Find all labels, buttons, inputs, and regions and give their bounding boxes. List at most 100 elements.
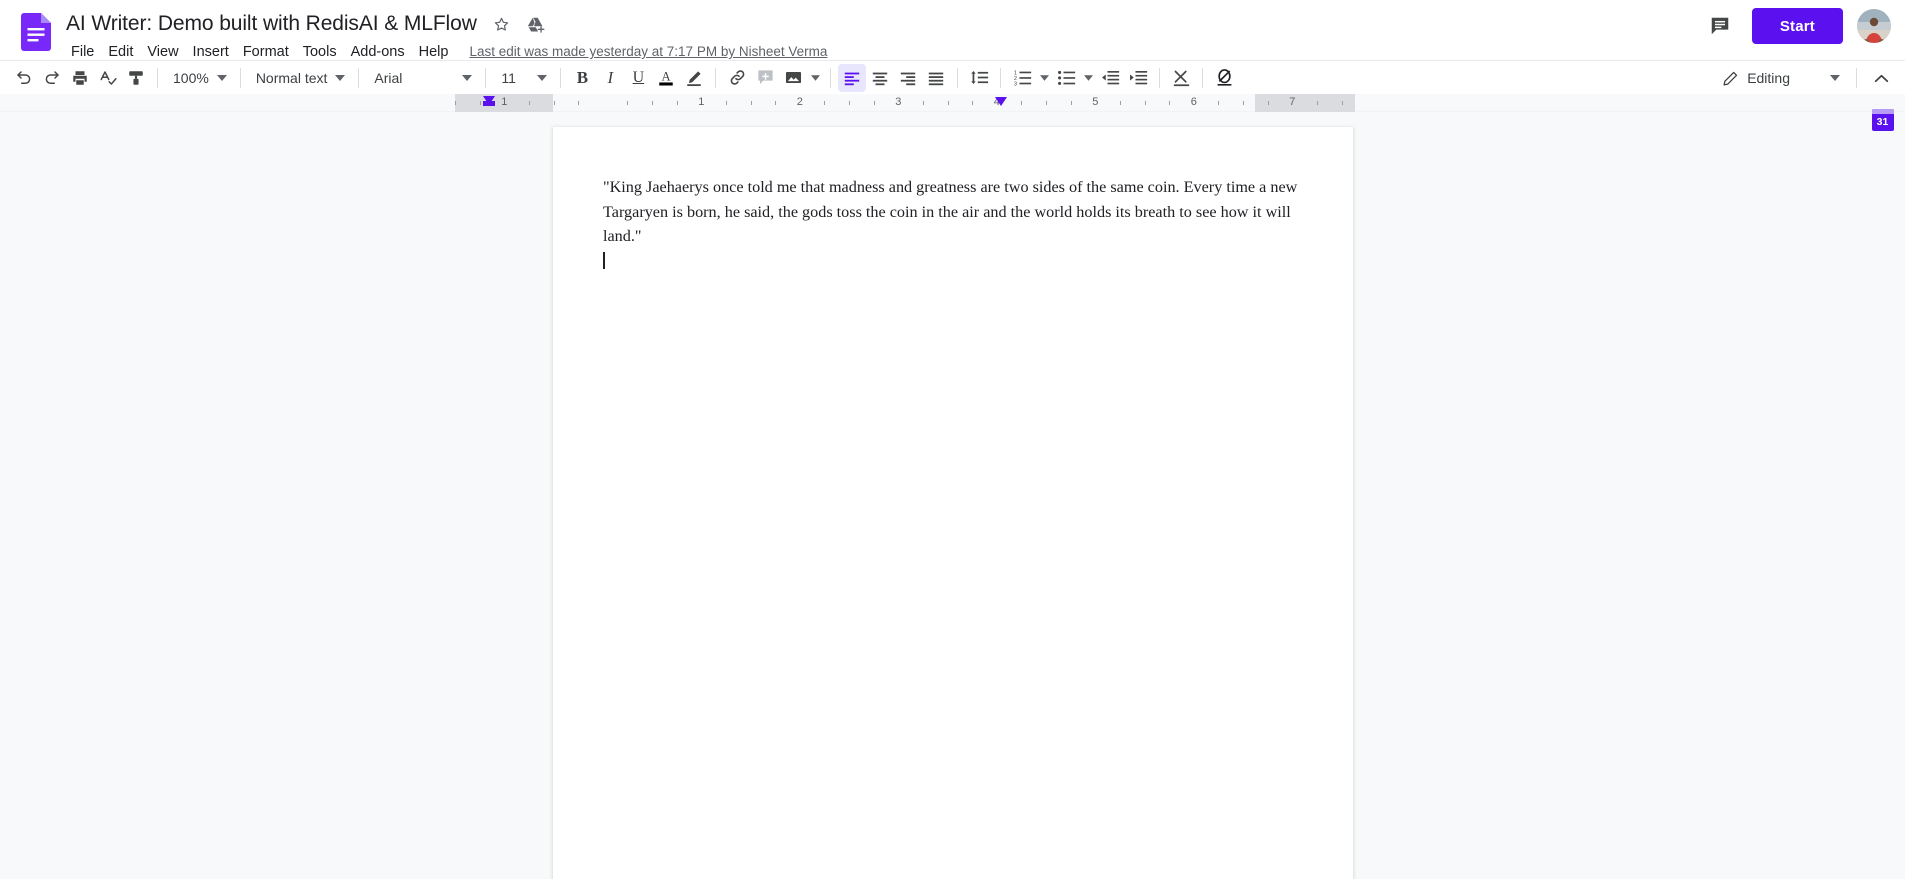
- ruler-row: 11234567: [0, 94, 1905, 112]
- user-avatar[interactable]: [1857, 9, 1891, 43]
- document-canvas[interactable]: "King Jaehaerys once told me that madnes…: [0, 112, 1905, 879]
- document-page[interactable]: "King Jaehaerys once told me that madnes…: [553, 127, 1353, 879]
- pencil-icon: [1722, 70, 1739, 87]
- document-body[interactable]: "King Jaehaerys once told me that madnes…: [603, 175, 1303, 271]
- ruler-number: 2: [796, 96, 803, 108]
- ruler-subtick: [824, 101, 826, 105]
- edit-mode-dropdown[interactable]: Editing: [1714, 64, 1846, 92]
- google-docs-icon[interactable]: [14, 10, 58, 54]
- svg-text:A: A: [662, 70, 671, 84]
- chevron-down-icon: [462, 74, 473, 81]
- toolbar-divider: [1000, 67, 1002, 88]
- ruler-subtick: [750, 101, 752, 105]
- bulleted-list-dropdown[interactable]: [1080, 64, 1096, 92]
- paragraph-style-dropdown[interactable]: Normal text: [248, 64, 352, 92]
- align-center-icon[interactable]: [866, 64, 894, 92]
- toolbar-divider: [830, 67, 832, 88]
- google-calendar-icon[interactable]: 31: [1866, 103, 1900, 137]
- chevron-down-icon: [537, 74, 548, 81]
- right-indent-marker[interactable]: [995, 97, 1007, 106]
- ruler-subtick: [775, 101, 777, 105]
- google-docs-window: AI Writer: Demo built with RedisAI & MLF…: [0, 0, 1905, 879]
- zoom-level-dropdown[interactable]: 100%: [165, 64, 233, 92]
- clear-formatting-icon[interactable]: [1167, 64, 1195, 92]
- add-comment-icon[interactable]: [751, 64, 779, 92]
- ruler-number: 7: [1289, 96, 1296, 108]
- ruler-subtick: [1070, 101, 1072, 105]
- ruler-subtick: [1144, 101, 1146, 105]
- menu-view[interactable]: View: [140, 42, 185, 62]
- ruler-subtick: [1119, 101, 1121, 105]
- undo-icon[interactable]: [10, 64, 38, 92]
- chevron-up-icon[interactable]: [1867, 64, 1895, 92]
- redo-icon[interactable]: [38, 64, 66, 92]
- font-family-dropdown[interactable]: Arial: [366, 64, 478, 92]
- toolbar-divider: [715, 67, 717, 88]
- move-to-drive-icon[interactable]: [523, 11, 549, 37]
- menu-format[interactable]: Format: [236, 42, 296, 62]
- ruler-subtick: [479, 101, 481, 105]
- toolbar-divider: [1202, 67, 1204, 88]
- ruler-subtick: [922, 101, 924, 105]
- menu-file[interactable]: File: [64, 42, 101, 62]
- ruler-subtick: [1218, 101, 1220, 105]
- horizontal-ruler[interactable]: 11234567: [455, 94, 1355, 112]
- ruler-subtick: [873, 101, 875, 105]
- ruler-subtick: [627, 101, 629, 105]
- chevron-down-icon: [216, 74, 227, 81]
- start-button[interactable]: Start: [1751, 8, 1843, 44]
- last-edit-link[interactable]: Last edit was made yesterday at 7:17 PM …: [469, 44, 827, 59]
- align-left-icon[interactable]: [838, 63, 867, 92]
- bold-button[interactable]: B: [568, 64, 596, 92]
- bold-label: B: [576, 67, 589, 87]
- left-indent-marker[interactable]: [483, 96, 495, 106]
- toolbar-divider: [157, 67, 158, 88]
- ruler-subtick: [1021, 101, 1023, 105]
- side-panel-rail: 31: [1860, 95, 1905, 137]
- document-paragraph[interactable]: "King Jaehaerys once told me that madnes…: [603, 175, 1303, 249]
- ruler-number: 5: [1092, 96, 1099, 108]
- calendar-glyph: 31: [1871, 109, 1894, 131]
- font-size-value: 11: [501, 69, 516, 86]
- numbered-list-dropdown[interactable]: [1036, 64, 1052, 92]
- insert-image-dropdown[interactable]: [807, 64, 823, 92]
- highlight-color-icon[interactable]: [680, 64, 708, 92]
- editing-mode-icon[interactable]: [1210, 64, 1238, 92]
- toolbar-divider: [239, 67, 241, 88]
- decrease-indent-icon[interactable]: [1096, 64, 1124, 92]
- menu-help[interactable]: Help: [412, 42, 456, 62]
- align-justify-icon[interactable]: [922, 64, 950, 92]
- menu-edit[interactable]: Edit: [101, 42, 140, 62]
- star-outline-icon[interactable]: [489, 11, 515, 37]
- insert-image-icon[interactable]: [779, 64, 807, 92]
- increase-indent-icon[interactable]: [1124, 64, 1152, 92]
- text-color-icon[interactable]: A: [652, 64, 680, 92]
- menu-tools[interactable]: Tools: [296, 42, 344, 62]
- align-right-icon[interactable]: [894, 64, 922, 92]
- toolbar-divider: [485, 67, 487, 88]
- top-bar: AI Writer: Demo built with RedisAI & MLF…: [0, 0, 1905, 60]
- font-family-value: Arial: [374, 69, 403, 86]
- menu-addons[interactable]: Add-ons: [344, 42, 412, 62]
- link-icon[interactable]: [723, 64, 751, 92]
- italic-button[interactable]: I: [596, 64, 624, 92]
- print-icon[interactable]: [66, 64, 94, 92]
- paint-format-icon[interactable]: [122, 64, 150, 92]
- ruler-subtick: [455, 101, 456, 105]
- ruler-subtick: [528, 101, 530, 105]
- ruler-number: 3: [895, 96, 902, 108]
- ruler-subtick: [1243, 101, 1244, 105]
- spellcheck-icon[interactable]: [94, 64, 122, 92]
- document-title[interactable]: AI Writer: Demo built with RedisAI & MLF…: [64, 11, 481, 37]
- menu-insert[interactable]: Insert: [186, 42, 236, 62]
- line-spacing-icon[interactable]: [965, 64, 993, 92]
- numbered-list-icon[interactable]: 1 2 3: [1008, 64, 1036, 92]
- underline-button[interactable]: U: [624, 64, 652, 92]
- bulleted-list-icon[interactable]: [1052, 64, 1080, 92]
- ruler-subtick: [725, 101, 727, 105]
- comment-history-icon[interactable]: [1702, 8, 1738, 44]
- font-size-dropdown[interactable]: 11: [493, 64, 553, 92]
- ruler-subtick: [676, 101, 678, 105]
- ruler-number: 1: [698, 96, 705, 108]
- ruler-number: 1: [501, 96, 508, 108]
